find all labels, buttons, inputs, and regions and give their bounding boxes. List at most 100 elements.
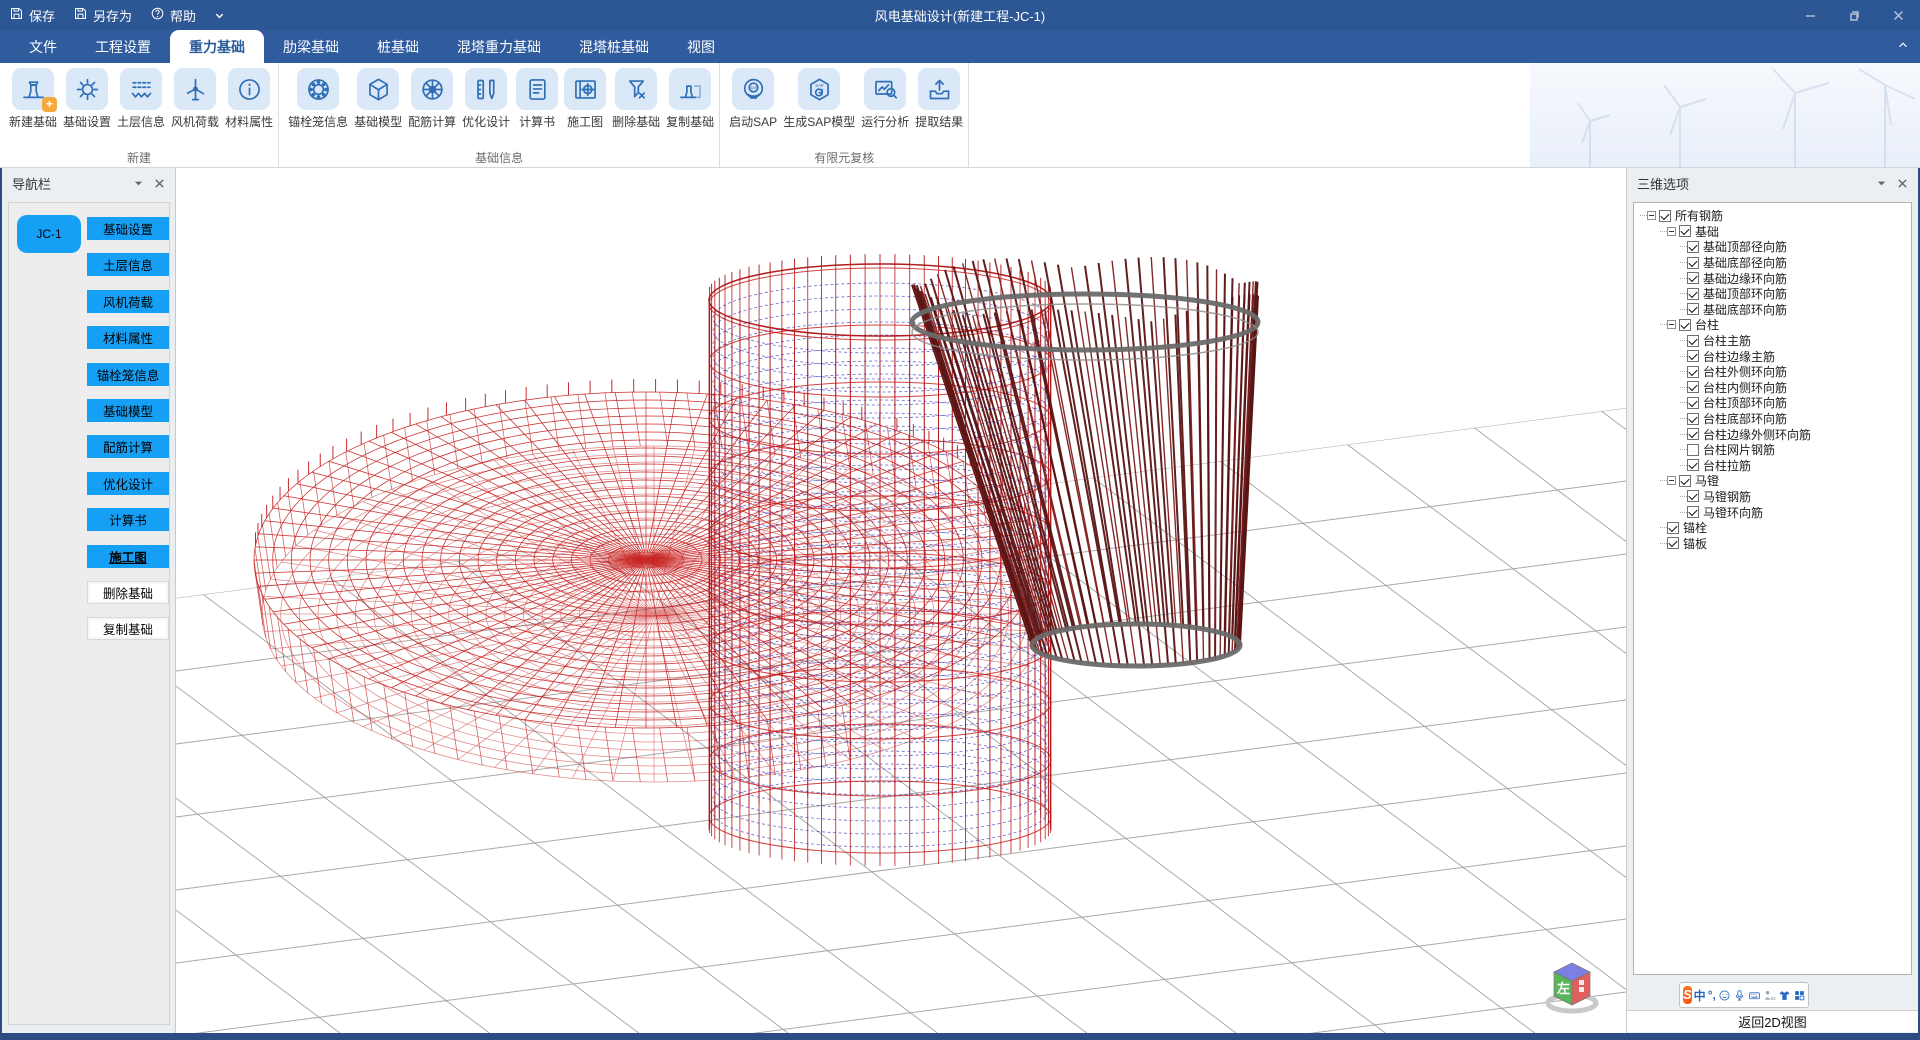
- ribbon-button-施工图[interactable]: 施工图: [561, 68, 609, 130]
- close-button[interactable]: [1876, 0, 1920, 30]
- tab-桩基础[interactable]: 桩基础: [358, 30, 438, 63]
- tab-重力基础[interactable]: 重力基础: [170, 30, 264, 63]
- ribbon-button-运行分析[interactable]: 运行分析: [858, 68, 912, 130]
- checkbox[interactable]: [1687, 459, 1699, 471]
- tree-item-台柱边缘主筋[interactable]: 台柱边缘主筋: [1636, 348, 1909, 364]
- nav-button-基础模型[interactable]: 基础模型: [87, 399, 169, 422]
- tree-item-基础顶部环向筋[interactable]: 基础顶部环向筋: [1636, 286, 1909, 302]
- project-tab-jc-1[interactable]: JC-1: [17, 215, 81, 253]
- checkbox[interactable]: [1687, 444, 1699, 456]
- panel-close-icon[interactable]: [154, 178, 165, 189]
- tree-item-台柱[interactable]: 台柱: [1636, 317, 1909, 333]
- ribbon-button-配筋计算[interactable]: 配筋计算: [405, 68, 459, 130]
- ribbon-button-提取结果[interactable]: 提取结果: [912, 68, 966, 130]
- 3d-viewport[interactable]: 左: [176, 168, 1626, 1033]
- ribbon-button-计算书[interactable]: 计算书: [513, 68, 561, 130]
- tree-item-台柱网片钢筋[interactable]: 台柱网片钢筋: [1636, 442, 1909, 458]
- checkbox[interactable]: [1687, 428, 1699, 440]
- tree-item-台柱底部环向筋[interactable]: 台柱底部环向筋: [1636, 411, 1909, 427]
- expander-icon[interactable]: [1667, 476, 1676, 485]
- checkbox[interactable]: [1687, 381, 1699, 393]
- checkbox[interactable]: [1667, 537, 1679, 549]
- checkbox[interactable]: [1687, 257, 1699, 269]
- quick-access-caret-icon[interactable]: [205, 0, 234, 30]
- ribbon-button-复制基础[interactable]: 复制基础: [663, 68, 717, 130]
- tree-item-锚栓[interactable]: 锚栓: [1636, 520, 1909, 536]
- checkbox[interactable]: [1687, 241, 1699, 253]
- tree-item-台柱内侧环向筋[interactable]: 台柱内侧环向筋: [1636, 380, 1909, 396]
- checkbox[interactable]: [1687, 490, 1699, 502]
- back-to-2d-button[interactable]: 返回2D视图: [1627, 1010, 1918, 1032]
- nav-button-材料属性[interactable]: 材料属性: [87, 326, 169, 349]
- ribbon-button-材料属性[interactable]: 材料属性: [222, 68, 276, 130]
- ribbon-button-生成SAP模型[interactable]: SAP生成SAP模型: [780, 68, 858, 130]
- checkbox[interactable]: [1679, 475, 1691, 487]
- nav-button-基础设置[interactable]: 基础设置: [87, 217, 169, 240]
- tree-item-基础底部径向筋[interactable]: 基础底部径向筋: [1636, 255, 1909, 271]
- keyboard-icon[interactable]: [1748, 989, 1761, 1002]
- tree-item-基础边缘环向筋[interactable]: 基础边缘环向筋: [1636, 270, 1909, 286]
- tree-item-马镫钢筋[interactable]: 马镫钢筋: [1636, 489, 1909, 505]
- tab-混塔桩基础[interactable]: 混塔桩基础: [560, 30, 668, 63]
- tree-item-锚板[interactable]: 锚板: [1636, 535, 1909, 551]
- checkbox[interactable]: [1687, 413, 1699, 425]
- tree-item-台柱外侧环向筋[interactable]: 台柱外侧环向筋: [1636, 364, 1909, 380]
- nav-button-锚栓笼信息[interactable]: 锚栓笼信息: [87, 363, 169, 386]
- nav-button-优化设计[interactable]: 优化设计: [87, 472, 169, 495]
- panel-dropdown-icon[interactable]: [133, 178, 144, 189]
- save-as-button[interactable]: 另存为: [64, 0, 141, 30]
- ribbon-button-基础模型[interactable]: 基础模型: [351, 68, 405, 130]
- tab-混塔重力基础[interactable]: 混塔重力基础: [438, 30, 560, 63]
- tab-视图[interactable]: 视图: [668, 30, 734, 63]
- toolbox-icon[interactable]: [1793, 989, 1806, 1002]
- tree-item-基础底部环向筋[interactable]: 基础底部环向筋: [1636, 302, 1909, 318]
- ribbon-button-启动SAP[interactable]: SAP启动SAP: [726, 68, 780, 130]
- panel-close-icon[interactable]: [1897, 178, 1908, 189]
- skin-icon[interactable]: [1778, 989, 1791, 1002]
- tree-item-基础顶部径向筋[interactable]: 基础顶部径向筋: [1636, 239, 1909, 255]
- checkbox[interactable]: [1687, 506, 1699, 518]
- nav-button-施工图[interactable]: 施工图: [87, 545, 169, 568]
- checkbox[interactable]: [1687, 366, 1699, 378]
- expander-icon[interactable]: [1647, 211, 1656, 220]
- tree-item-基础[interactable]: 基础: [1636, 224, 1909, 240]
- checkbox[interactable]: [1679, 225, 1691, 237]
- ribbon-button-风机荷载[interactable]: 风机荷载: [168, 68, 222, 130]
- tree-item-台柱边缘外侧环向筋[interactable]: 台柱边缘外侧环向筋: [1636, 426, 1909, 442]
- ribbon-button-删除基础[interactable]: 删除基础: [609, 68, 663, 130]
- nav-button-风机荷载[interactable]: 风机荷载: [87, 290, 169, 313]
- checkbox[interactable]: [1667, 522, 1679, 534]
- checkbox[interactable]: [1687, 288, 1699, 300]
- tab-肋梁基础[interactable]: 肋梁基础: [264, 30, 358, 63]
- tree-item-台柱主筋[interactable]: 台柱主筋: [1636, 333, 1909, 349]
- checkbox[interactable]: [1687, 397, 1699, 409]
- ribbon-button-基础设置[interactable]: 基础设置: [60, 68, 114, 130]
- sogou-logo-icon[interactable]: S: [1683, 986, 1692, 1004]
- tree-item-台柱拉筋[interactable]: 台柱拉筋: [1636, 458, 1909, 474]
- checkbox[interactable]: [1687, 303, 1699, 315]
- ribbon-button-锚栓笼信息[interactable]: 锚栓笼信息: [285, 68, 351, 130]
- ribbon-button-优化设计[interactable]: 优化设计: [459, 68, 513, 130]
- nav-button-配筋计算[interactable]: 配筋计算: [87, 435, 169, 458]
- nav-button-土层信息[interactable]: 土层信息: [87, 253, 169, 276]
- panel-dropdown-icon[interactable]: [1876, 178, 1887, 189]
- checkbox[interactable]: [1687, 335, 1699, 347]
- tab-工程设置[interactable]: 工程设置: [76, 30, 170, 63]
- punctuation-icon[interactable]: °,: [1708, 988, 1716, 1002]
- tree-item-马镫环向筋[interactable]: 马镫环向筋: [1636, 504, 1909, 520]
- nav-button-计算书[interactable]: 计算书: [87, 508, 169, 531]
- ribbon-button-新建基础[interactable]: +新建基础: [6, 68, 60, 130]
- restore-button[interactable]: [1832, 0, 1876, 30]
- tree-item-所有钢筋[interactable]: 所有钢筋: [1636, 208, 1909, 224]
- microphone-icon[interactable]: [1733, 989, 1746, 1002]
- user-count-icon[interactable]: 22: [1763, 989, 1776, 1002]
- view-cube[interactable]: 左: [1542, 956, 1604, 1016]
- tree-item-台柱顶部环向筋[interactable]: 台柱顶部环向筋: [1636, 395, 1909, 411]
- expander-icon[interactable]: [1667, 227, 1676, 236]
- minimize-button[interactable]: [1788, 0, 1832, 30]
- expander-icon[interactable]: [1667, 320, 1676, 329]
- emoji-icon[interactable]: [1718, 989, 1731, 1002]
- ribbon-collapse-icon[interactable]: [1896, 38, 1910, 57]
- tab-文件[interactable]: 文件: [10, 30, 76, 63]
- save-button[interactable]: 保存: [0, 0, 64, 30]
